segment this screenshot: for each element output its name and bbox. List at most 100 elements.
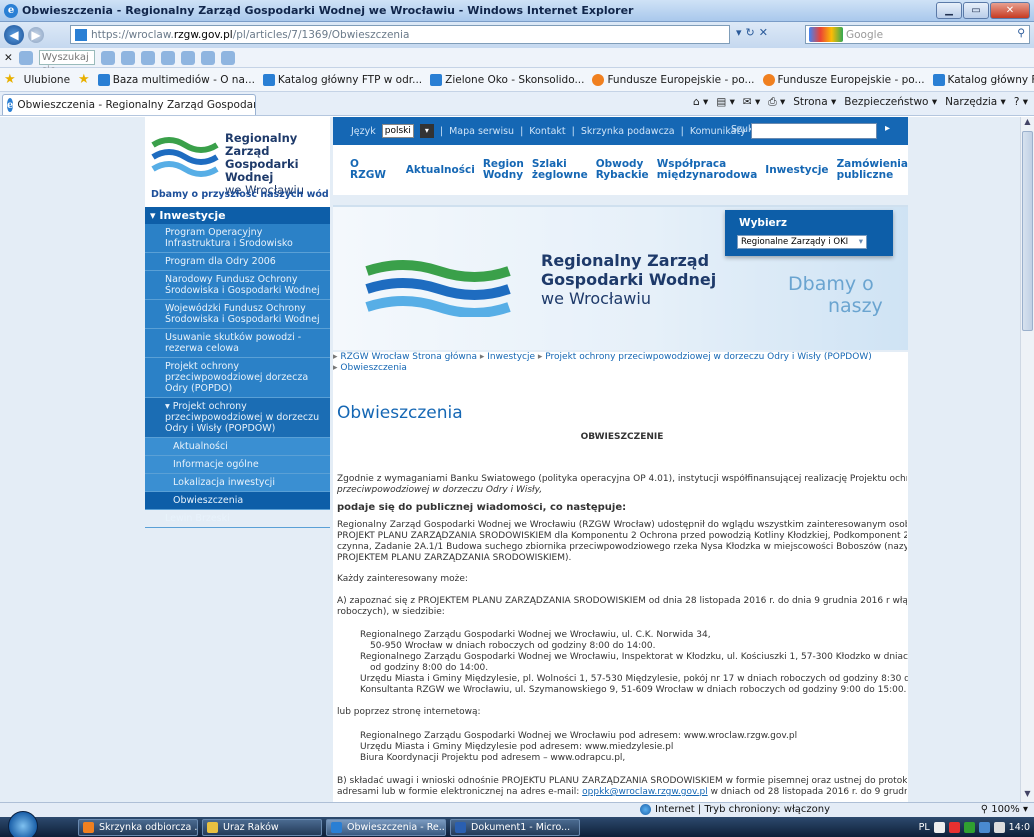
- feeds-icon[interactable]: ▤ ▾: [716, 96, 735, 109]
- tray-icon[interactable]: [963, 821, 975, 833]
- search-icon[interactable]: ⚲: [1017, 27, 1025, 39]
- security-zone[interactable]: Internet | Tryb chroniony: włączony: [655, 804, 830, 815]
- lock-icon[interactable]: ▾: [736, 26, 742, 39]
- home-icon[interactable]: ⌂ ▾: [693, 96, 708, 109]
- breadcrumb-project[interactable]: Projekt ochrony przeciwpowodziowej w dor…: [545, 352, 871, 362]
- language-indicator[interactable]: PL: [919, 822, 930, 833]
- mail-icon[interactable]: ✉ ▾: [743, 96, 760, 109]
- nav-procurement[interactable]: Zamówienia publiczne: [837, 159, 908, 181]
- list-item: Urzędu Miasta i Gminy Międzylesie, pl. W…: [360, 674, 908, 685]
- email-link[interactable]: oppkk@wroclaw.rzgw.gov.pl: [582, 787, 708, 797]
- sidebar-subitem[interactable]: Aktualności: [145, 438, 330, 456]
- vertical-scrollbar[interactable]: ▲ ▼: [1020, 117, 1034, 802]
- ie-icon: e: [4, 3, 18, 18]
- sidebar-item[interactable]: Projekt ochrony przeciwpowodziowej dorze…: [145, 358, 330, 398]
- toolbar-icon[interactable]: [180, 50, 195, 65]
- nav-news[interactable]: Aktualności: [406, 164, 475, 176]
- address-bar[interactable]: https://wroclaw. rzgw.gov.pl/pl/articles/…: [70, 25, 730, 44]
- toolbar-icon[interactable]: [18, 50, 33, 65]
- sidebar-item[interactable]: Lewin Brzeski: [145, 510, 330, 528]
- minimize-button[interactable]: ▁: [936, 2, 962, 19]
- chevron-down-icon[interactable]: ▾: [419, 124, 434, 138]
- safety-menu[interactable]: Bezpieczeństwo ▾: [844, 96, 937, 109]
- refresh-icon[interactable]: ↻: [746, 26, 755, 39]
- close-toolbar-icon[interactable]: ✕: [4, 52, 13, 64]
- paragraph-bold: podaje się do publicznej wiadomości, co …: [337, 503, 627, 513]
- zoom-level[interactable]: ⚲ 100% ▾: [981, 804, 1028, 815]
- sidebar-item[interactable]: Narodowy Fundusz Ochrony Środowiska i Go…: [145, 271, 330, 300]
- favorite-link[interactable]: Fundusze Europejskie - po...: [592, 73, 755, 86]
- forward-button[interactable]: ▶: [28, 27, 44, 43]
- language-select[interactable]: polski: [381, 124, 414, 138]
- nav-waterways[interactable]: Szlaki żeglowne: [532, 159, 588, 181]
- scroll-down-icon[interactable]: ▼: [1021, 789, 1034, 802]
- nav-fishing[interactable]: Obwody Rybackie: [596, 159, 649, 181]
- favorites-bar: ★ Ulubione ★ Baza multimediów - O na... …: [0, 68, 1034, 92]
- stop-icon[interactable]: ✕: [759, 26, 768, 39]
- scroll-up-icon[interactable]: ▲: [1021, 117, 1034, 130]
- back-button[interactable]: ◀: [4, 25, 24, 45]
- favorite-link[interactable]: Zielone Oko - Skonsolido...: [430, 73, 584, 86]
- volume-icon[interactable]: [993, 821, 1005, 833]
- sidebar-header[interactable]: ▾ Inwestycje: [145, 207, 330, 224]
- toolbar-icon[interactable]: [120, 50, 135, 65]
- breadcrumb-current[interactable]: Obwieszczenia: [340, 363, 407, 373]
- site-search-input[interactable]: [751, 123, 877, 139]
- paragraph: przeciwpowodziowej w dorzeczu Odry i Wis…: [337, 485, 543, 495]
- favorite-link[interactable]: Katalog główny FTP w odr...: [262, 73, 422, 86]
- add-favorite-icon[interactable]: ★: [78, 72, 90, 87]
- toolbar-icon[interactable]: [220, 50, 235, 65]
- page-icon: [75, 28, 87, 41]
- network-icon[interactable]: [978, 821, 990, 833]
- nav-region[interactable]: Region Wodny: [483, 159, 524, 181]
- maximize-button[interactable]: ▭: [963, 2, 989, 19]
- taskbar-item-active[interactable]: Obwieszczenia - Re...: [326, 819, 446, 836]
- favorites-button[interactable]: Ulubione: [24, 74, 70, 86]
- tray-icon[interactable]: [948, 821, 960, 833]
- sidebar-item[interactable]: Usuwanie skutków powodzi - rezerwa celow…: [145, 329, 330, 358]
- help-icon[interactable]: ? ▾: [1014, 96, 1028, 109]
- favorite-link[interactable]: Baza multimediów - O na...: [97, 73, 255, 86]
- contact-link[interactable]: Kontakt: [529, 126, 565, 137]
- star-icon[interactable]: ★: [4, 72, 16, 87]
- print-icon[interactable]: ⎙ ▾: [768, 96, 785, 109]
- toolbar-icon[interactable]: [140, 50, 155, 65]
- favorite-link[interactable]: Katalog główny FTP w ftp....: [932, 73, 1034, 86]
- sitemap-link[interactable]: Mapa serwisu: [449, 126, 514, 137]
- sidebar-subitem-selected[interactable]: Obwieszczenia: [145, 492, 330, 510]
- region-selector: Wybierz ▾ Regionalne Zarządy i OKI: [725, 210, 893, 256]
- start-button[interactable]: [8, 811, 38, 837]
- browser-tab[interactable]: e Obwieszczenia - Regionalny Zarząd Gosp…: [2, 94, 256, 115]
- sidebar-item-popdow[interactable]: ▾ Projekt ochrony przeciwpowodziowej w d…: [145, 398, 330, 438]
- sidebar-item[interactable]: Wojewódzki Fundusz Ochrony Środowiska i …: [145, 300, 330, 329]
- site-logo[interactable]: Regionalny Zarząd Gospodarki Wodnej we W…: [145, 117, 330, 207]
- sidebar-item[interactable]: Program Operacyjny Infrastruktura i Środ…: [145, 224, 330, 253]
- tray-icon[interactable]: [933, 821, 945, 833]
- toolbar-icon[interactable]: [200, 50, 215, 65]
- toolbar-icon[interactable]: [160, 50, 175, 65]
- page-menu[interactable]: Strona ▾: [793, 96, 836, 109]
- taskbar-item[interactable]: Uraz Raków: [202, 819, 322, 836]
- taskbar-item[interactable]: Dokument1 - Micro...: [450, 819, 580, 836]
- close-button[interactable]: ✕: [990, 2, 1030, 19]
- mailbox-link[interactable]: Skrzynka podawcza: [581, 126, 675, 137]
- scroll-thumb[interactable]: [1022, 131, 1033, 331]
- region-select[interactable]: ▾ Regionalne Zarządy i OKI: [737, 235, 867, 249]
- clock[interactable]: 14:0: [1009, 822, 1030, 833]
- sidebar-subitem[interactable]: Lokalizacja inwestycji: [145, 474, 330, 492]
- search-go-icon[interactable]: ▸: [885, 123, 890, 134]
- sidebar-item[interactable]: Program dla Odry 2006: [145, 253, 330, 271]
- sidebar-subitem[interactable]: Informacje ogólne: [145, 456, 330, 474]
- breadcrumb-investments[interactable]: Inwestycje: [487, 352, 535, 362]
- favorite-link[interactable]: Fundusze Europejskie - po...: [762, 73, 925, 86]
- nav-investments[interactable]: Inwestycje: [765, 164, 828, 176]
- tools-menu[interactable]: Narzędzia ▾: [945, 96, 1006, 109]
- nav-cooperation[interactable]: Współpraca międzynarodowa: [657, 159, 758, 181]
- nav-o-rzgw[interactable]: O RZGW: [350, 159, 398, 181]
- search-box[interactable]: Google ⚲: [805, 25, 1030, 44]
- page-icon: [97, 73, 110, 86]
- taskbar-item[interactable]: Skrzynka odbiorcza ...: [78, 819, 198, 836]
- search-icon[interactable]: [100, 50, 115, 65]
- toolbar-search-input[interactable]: Wyszukaj sie: [38, 50, 95, 76]
- breadcrumb-home[interactable]: RZGW Wrocław Strona główna: [340, 352, 477, 362]
